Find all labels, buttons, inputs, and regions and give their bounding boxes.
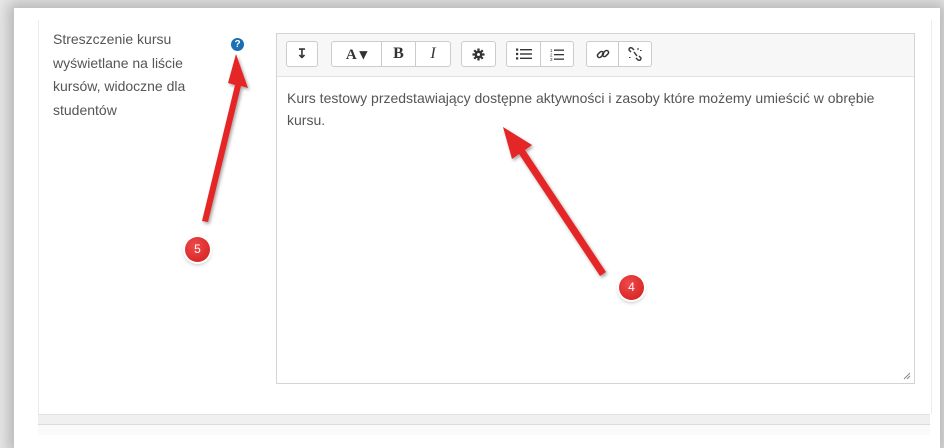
annotation-arrows: [202, 54, 606, 276]
annotation-badge-5: 5: [185, 237, 210, 262]
arrow-to-help-icon: [202, 54, 248, 222]
annotation-badge-4: 4: [619, 275, 644, 300]
arrow-to-editor: [503, 127, 606, 276]
